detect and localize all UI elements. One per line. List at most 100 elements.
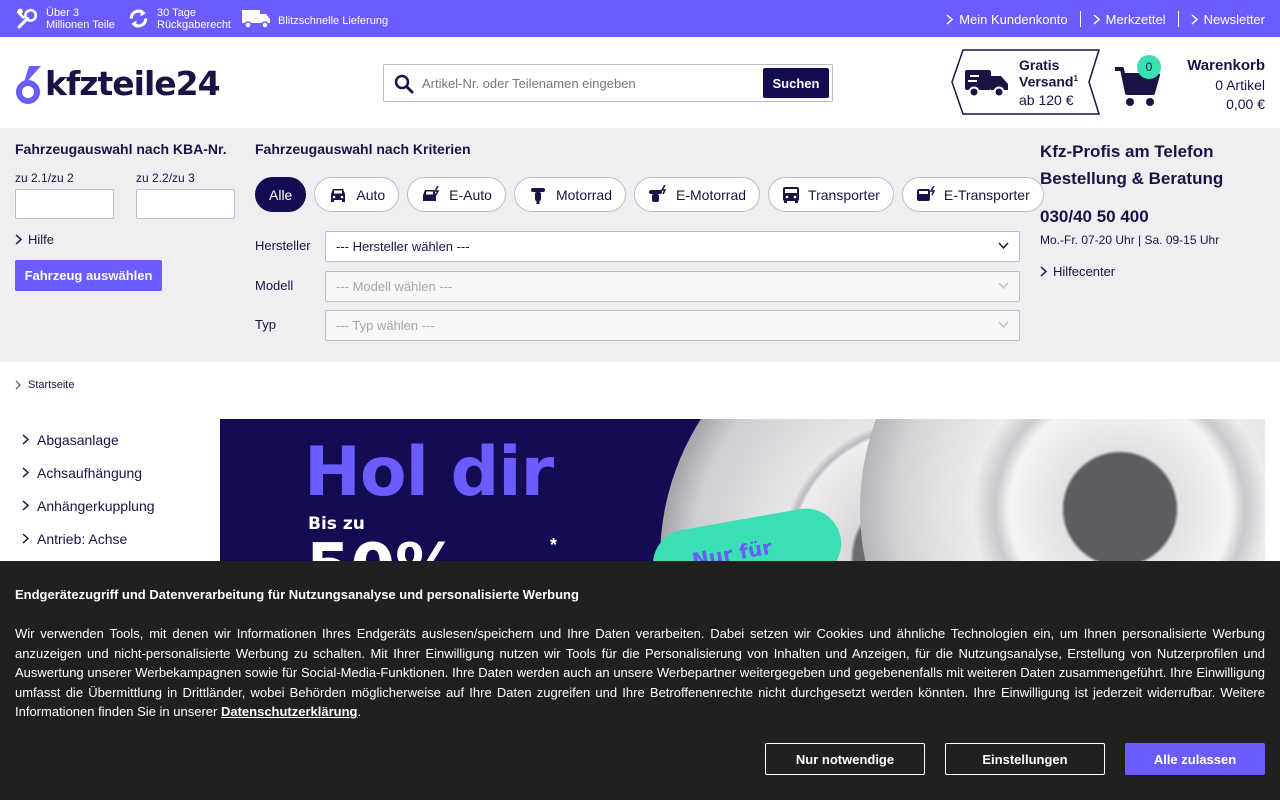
- support-title: Kfz-Profis am Telefon Bestellung & Berat…: [1040, 142, 1224, 188]
- vehicle-selection: Fahrzeugauswahl nach KBA-Nr. zu 2.1/zu 2…: [0, 128, 1280, 362]
- model-value: --- Modell wählen ---: [336, 279, 453, 294]
- electric-car-icon: [423, 185, 440, 201]
- chevron-down-icon: [998, 321, 1009, 328]
- usp-returns: 30 Tage Rückgaberecht: [126, 6, 231, 31]
- sidebar-item-label: Anhängerkupplung: [37, 497, 155, 514]
- chip-car[interactable]: Auto: [314, 177, 400, 212]
- logo-mark-icon: [16, 66, 41, 104]
- chip-motorcycle[interactable]: Motorrad: [513, 177, 627, 212]
- chip-e-car[interactable]: E-Auto: [407, 177, 506, 212]
- shipping-truck-icon: [965, 70, 1008, 98]
- shipping-footnote: 1: [1073, 74, 1078, 83]
- support-phone[interactable]: 030/40 50 400: [1040, 207, 1149, 227]
- model-label: Modell: [255, 278, 294, 293]
- top-bar: Über 3 Millionen Teile 30 Tage Rückgaberec…: [0, 0, 1280, 37]
- wrench-icon: [16, 8, 38, 29]
- helpcenter-link[interactable]: Hilfecenter: [1040, 264, 1115, 279]
- wishlist-link-label: Merkzettel: [1105, 11, 1166, 27]
- sidebar-item-towbar[interactable]: Anhängerkupplung: [22, 489, 155, 522]
- shipping-threshold: ab 120 €: [1019, 92, 1074, 108]
- newsletter-link[interactable]: Newsletter: [1191, 12, 1265, 27]
- manufacturer-select[interactable]: --- Hersteller wählen ---: [325, 231, 1020, 262]
- support-hours: Mo.-Fr. 07-20 Uhr | Sa. 09-15 Uhr: [1040, 233, 1220, 247]
- kba-field-1[interactable]: [15, 189, 114, 219]
- privacy-policy-link[interactable]: Datenschutzerklärung: [221, 704, 358, 719]
- cookie-consent: Endgerätezugriff und Datenverarbeitung f…: [0, 561, 1280, 800]
- kba-label-2: zu 2.2/zu 3: [136, 171, 195, 185]
- accept-all-button[interactable]: Alle zulassen: [1125, 743, 1265, 775]
- manufacturer-value: --- Hersteller wählen ---: [336, 239, 470, 254]
- kba-help-link[interactable]: Hilfe: [15, 232, 54, 247]
- breadcrumb-home[interactable]: Startseite: [28, 379, 74, 391]
- chip-label: E-Auto: [449, 186, 492, 203]
- return-arrows-icon: [129, 9, 148, 28]
- sidebar-item-label: Abgasanlage: [37, 431, 119, 448]
- type-select[interactable]: --- Typ wählen ---: [325, 310, 1020, 341]
- account-link-label: Mein Kundenkonto: [959, 11, 1068, 27]
- sidebar-item-axle[interactable]: Antrieb: Achse: [22, 522, 155, 555]
- chip-van[interactable]: Transporter: [768, 177, 894, 212]
- search-icon: [394, 74, 414, 94]
- motorcycle-icon: [530, 187, 545, 204]
- divider: [1177, 11, 1179, 27]
- account-links: Mein Kundenkonto Merkzettel Newsletter: [946, 11, 1265, 27]
- chevron-right-icon: [22, 500, 29, 511]
- electric-van-icon: [916, 185, 936, 201]
- usp-line: Über 3: [46, 6, 80, 19]
- account-link[interactable]: Mein Kundenkonto: [946, 11, 1068, 27]
- cookie-text: Wir verwenden Tools, mit denen wir Infor…: [15, 624, 1265, 722]
- sidebar-item-exhaust[interactable]: Abgasanlage: [22, 423, 155, 456]
- wishlist-link[interactable]: Merkzettel: [1093, 12, 1166, 27]
- cart-total: 0,00 €: [1226, 96, 1265, 112]
- car-icon: [331, 188, 346, 202]
- usp-line: 30 Tage: [157, 6, 196, 19]
- shipping-line1: Gratis: [1019, 57, 1060, 73]
- chip-e-motorcycle[interactable]: E-Motorrad: [634, 177, 761, 212]
- van-icon: [783, 186, 800, 203]
- kba-label-1: zu 2.1/zu 2: [15, 171, 74, 185]
- manufacturer-label: Hersteller: [255, 238, 311, 253]
- sidebar-item-label: Achsaufhängung: [37, 464, 143, 481]
- type-value: --- Typ wählen ---: [336, 318, 435, 333]
- chevron-right-icon: [1040, 266, 1047, 277]
- chip-all[interactable]: Alle: [255, 177, 307, 212]
- helpcenter-label: Hilfecenter: [1053, 264, 1116, 279]
- necessary-only-button[interactable]: Nur notwendige: [765, 743, 925, 775]
- sidebar-item-label: Antrieb: Achse: [37, 530, 128, 547]
- chevron-right-icon: [15, 380, 21, 390]
- category-sidebar: Abgasanlage Achsaufhängung Anhängerkuppl…: [22, 423, 155, 555]
- banner-headline: Hol dir: [304, 433, 554, 512]
- chip-label: Auto: [356, 186, 386, 203]
- cart-title: Warenkorb: [1187, 57, 1265, 74]
- criteria-title: Fahrzeugauswahl nach Kriterien: [255, 141, 471, 157]
- cart-button[interactable]: 0 Warenkorb 0 Artikel 0,00 €: [1113, 55, 1265, 115]
- search-bar: Suchen: [383, 64, 833, 102]
- sidebar-item-suspension[interactable]: Achsaufhängung: [22, 456, 155, 489]
- shipping-line2: Versand: [1019, 73, 1074, 90]
- usp-line: Millionen Teile: [46, 18, 115, 31]
- kba-field-2[interactable]: [136, 189, 235, 219]
- chip-e-van[interactable]: E-Transporter: [901, 177, 1044, 212]
- promo-banner[interactable]: Hol dir Bis zu 50% * Nur für: [220, 419, 1265, 569]
- usp-parts: Über 3 Millionen Teile: [15, 6, 115, 31]
- model-select[interactable]: --- Modell wählen ---: [325, 271, 1020, 302]
- type-label: Typ: [255, 317, 276, 332]
- shipping-title: Gratis Versand1: [1019, 58, 1078, 89]
- select-vehicle-button[interactable]: Fahrzeug auswählen: [15, 260, 162, 291]
- cookie-settings-button[interactable]: Einstellungen: [945, 743, 1105, 775]
- chevron-right-icon: [1093, 13, 1100, 25]
- help-label: Hilfe: [28, 232, 55, 247]
- logo[interactable]: kfzteile24: [15, 64, 221, 104]
- chevron-down-icon: [998, 282, 1009, 289]
- chevron-right-icon: [15, 234, 22, 245]
- breadcrumb: Startseite: [15, 379, 74, 391]
- newsletter-link-label: Newsletter: [1203, 11, 1265, 27]
- brake-disc-image: [860, 419, 1265, 569]
- delivery-truck-icon: [242, 10, 270, 29]
- search-input[interactable]: [422, 73, 752, 93]
- cookie-title: Endgerätezugriff und Datenverarbeitung f…: [15, 587, 579, 602]
- free-shipping-badge: Gratis Versand1 ab 120 €: [951, 49, 1101, 115]
- chip-label: Motorrad: [555, 186, 613, 203]
- search-button[interactable]: Suchen: [763, 68, 829, 98]
- header: kfzteile24 Suchen GratisVersand1 ab 120 …: [0, 37, 1280, 128]
